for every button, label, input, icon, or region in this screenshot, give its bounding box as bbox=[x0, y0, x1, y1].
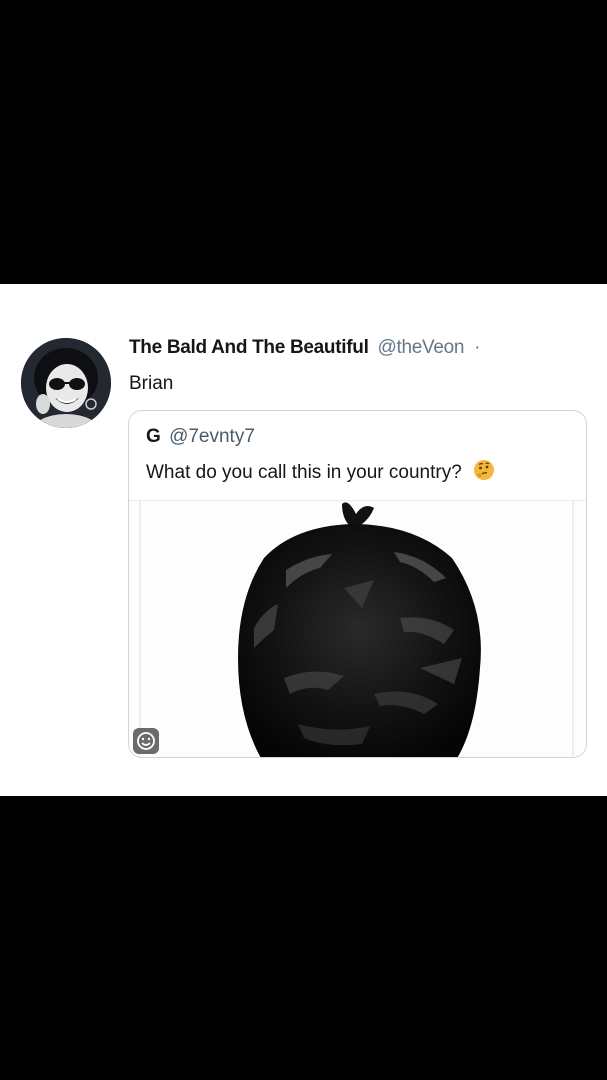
author-handle[interactable]: @theVeon bbox=[378, 337, 465, 358]
author-name[interactable]: The Bald And The Beautiful bbox=[129, 337, 369, 358]
quoted-author-handle[interactable]: @7evnty7 bbox=[169, 426, 255, 447]
thinking-face-icon bbox=[473, 459, 495, 487]
avatar-photo bbox=[21, 338, 111, 428]
separator-dot: · bbox=[474, 337, 481, 358]
black-trash-bag-image[interactable] bbox=[129, 500, 586, 757]
quoted-author-name[interactable]: G bbox=[146, 426, 161, 447]
media-edge-right bbox=[572, 501, 574, 757]
smiley-face-icon[interactable] bbox=[133, 728, 159, 754]
quoted-author-line: G @7evnty7 bbox=[146, 426, 255, 448]
media-edge-left bbox=[139, 501, 141, 757]
quoted-tweet-text-row: What do you call this in your country? bbox=[146, 459, 495, 487]
author-line: The Bald And The Beautiful @theVeon · bbox=[129, 337, 481, 359]
trash-bag-graphic bbox=[238, 502, 481, 757]
letterbox-bottom bbox=[0, 796, 607, 1080]
letterbox-top bbox=[0, 0, 607, 284]
tweet-card[interactable]: The Bald And The Beautiful @theVeon · Br… bbox=[0, 284, 607, 796]
avatar[interactable] bbox=[21, 338, 111, 428]
tweet-text: Brian bbox=[129, 373, 174, 394]
quoted-tweet-text: What do you call this in your country? bbox=[146, 462, 462, 483]
quoted-tweet-card[interactable]: G @7evnty7 What do you call this in your… bbox=[128, 410, 587, 758]
